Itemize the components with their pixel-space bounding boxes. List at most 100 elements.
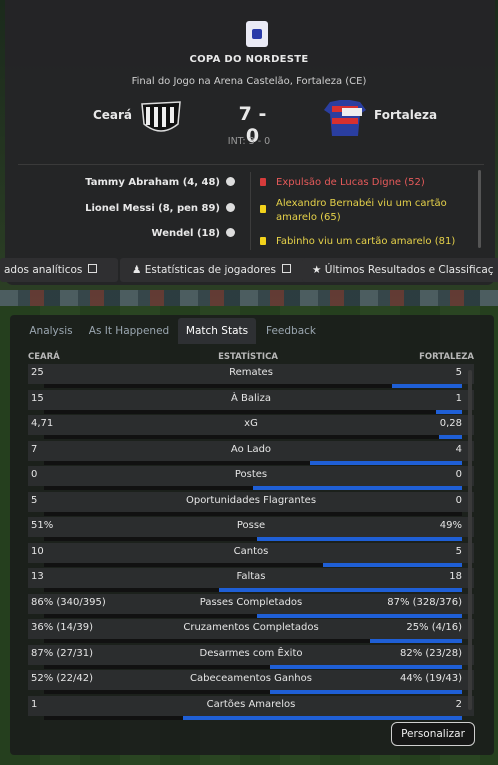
stat-label: À Baliza (231, 392, 271, 404)
goal-scorer: Wendel (18) (60, 228, 235, 239)
away-stat-value: 2 (455, 698, 462, 710)
external-link-icon (282, 264, 291, 273)
analytics-data-button[interactable]: ados analíticos (0, 258, 118, 282)
away-share-bar (322, 562, 462, 567)
stat-row: 1 Cartões Amarelos 2 (28, 695, 474, 716)
ball-icon (226, 177, 235, 186)
stat-row: 4,71 xG 0,28 (28, 415, 474, 435)
goal-scorer: Tammy Abraham (4, 48) (60, 177, 235, 188)
away-stat-value: 44% (19/43) (399, 673, 462, 684)
away-kit-icon[interactable] (322, 98, 368, 138)
stat-label: xG (244, 418, 258, 429)
away-stat-value: 1 (455, 392, 462, 404)
customize-button[interactable]: Personalizar (391, 722, 475, 746)
stadium-stands (0, 290, 498, 306)
stat-bar-track (44, 511, 462, 516)
away-stat-value: 18 (449, 571, 462, 582)
stat-label: Posse (236, 520, 266, 531)
stat-bar-track (44, 664, 462, 669)
stat-bar-track (44, 384, 462, 388)
tab-feedback[interactable]: Feedback (260, 318, 322, 344)
stat-row: 87% (27/31) Desarmes com Êxito 82% (23/28) (28, 644, 474, 665)
stat-label: Remates (229, 367, 273, 378)
away-share-bar (257, 613, 462, 618)
yellow-card-icon (260, 237, 266, 245)
stat-row: 51% Posse 49% (28, 517, 474, 537)
event-red-card: Expulsão de Lucas Digne (52) (260, 176, 470, 190)
stat-bar-track (44, 562, 462, 567)
away-share-bar (309, 460, 462, 465)
away-stat-value: 82% (23/28) (399, 647, 462, 659)
half-time-score: INT: 3 - 0 (227, 136, 271, 147)
stat-row: 0 Postes 0 (28, 466, 474, 486)
trophy-icon: ★ (312, 264, 325, 276)
stat-label: Cantos (233, 545, 269, 557)
away-share-bar (438, 435, 462, 439)
stat-bar-track (44, 690, 462, 694)
home-crest-icon[interactable] (138, 98, 184, 138)
stat-row: 7 Ao Lado 4 (28, 440, 474, 461)
event-yellow-card: Alexandro Bernabéi viu um cartão amarelo… (260, 197, 470, 225)
stat-row: 5 Oportunidades Flagrantes 0 (28, 491, 474, 512)
competition-name: COPA DO NORDESTE (189, 54, 309, 65)
ball-icon (226, 203, 235, 212)
stat-label: Faltas (236, 571, 266, 582)
away-share-bar (435, 409, 462, 414)
ball-icon (226, 228, 235, 237)
events-scrollbar[interactable] (478, 170, 481, 248)
stat-row: 36% (14/39) Cruzamentos Completados 25% (4… (28, 619, 474, 639)
yellow-card-icon (260, 205, 266, 213)
stat-row: 52% (22/42) Cabeceamentos Ganhos 44% (19/4… (28, 670, 474, 690)
away-share-bar (219, 588, 462, 592)
latest-results-button[interactable]: ★ Últimos Resultados e Classificaç (302, 258, 498, 282)
stats-scrollbar[interactable] (468, 370, 472, 710)
tab-match-stats[interactable]: Match Stats (178, 318, 256, 344)
away-stat-value: 0 (455, 469, 462, 480)
away-share-bar (183, 715, 462, 720)
event-text: Fabinho viu um cartão amarelo (81) (276, 236, 456, 247)
event-text: Alexandro Bernabéi viu um cartão amarelo… (276, 198, 447, 223)
away-share-bar (269, 664, 462, 669)
stat-bar-track (44, 588, 462, 592)
away-stat-value: 49% (439, 520, 462, 531)
stat-label: Cartões Amarelos (206, 698, 296, 710)
away-stat-value: 87% (328/376) (387, 596, 462, 608)
away-share-bar (253, 486, 462, 490)
away-stat-value: 5 (455, 545, 462, 557)
away-stat-value: 4 (455, 443, 462, 455)
away-team-name[interactable]: Fortaleza (374, 108, 437, 122)
away-share-bar (269, 690, 462, 694)
red-card-icon (260, 178, 266, 186)
stat-bar-track (44, 715, 462, 720)
stat-column-header: ESTATÍSTICA (218, 352, 278, 362)
away-share-bar (370, 639, 462, 643)
stat-bar-track (44, 460, 462, 465)
away-stat-value: 0 (455, 494, 462, 506)
stat-row: 10 Cantos 5 (28, 542, 474, 563)
home-team-name[interactable]: Ceará (80, 108, 132, 122)
event-yellow-card: Fabinho viu um cartão amarelo (81) (260, 235, 470, 249)
stat-bar-track (44, 639, 462, 643)
tab-as-it-happened[interactable]: As It Happened (86, 318, 172, 344)
stat-bar-track (44, 486, 462, 490)
away-share-bar (257, 537, 462, 541)
stat-bar-track (44, 537, 462, 541)
goal-scorer: Lionel Messi (8, pen 89) (60, 203, 235, 214)
stat-label: Ao Lado (230, 443, 272, 455)
event-text: Expulsão de Lucas Digne (52) (276, 177, 425, 188)
away-stat-value: 0,28 (439, 418, 462, 429)
person-icon: ♟ (132, 264, 145, 276)
competition-logo-icon (246, 21, 268, 47)
tab-analysis[interactable]: Analysis (22, 318, 80, 344)
player-stats-button[interactable]: ♟ Estatísticas de jogadores (120, 258, 308, 282)
stat-row: 13 Faltas 18 (28, 568, 474, 588)
stat-bar-track (44, 409, 462, 414)
stat-row: 15 À Baliza 1 (28, 389, 474, 410)
away-stat-value: 5 (455, 367, 462, 378)
action-bar: ados analíticos ♟ Estatísticas de jogado… (0, 258, 498, 284)
away-stat-value: 25% (4/16) (406, 622, 462, 633)
away-column-header: FORTALEZA (419, 352, 474, 362)
stat-label: Postes (234, 469, 268, 480)
stat-bar-track (44, 435, 462, 439)
external-link-icon (88, 264, 98, 273)
